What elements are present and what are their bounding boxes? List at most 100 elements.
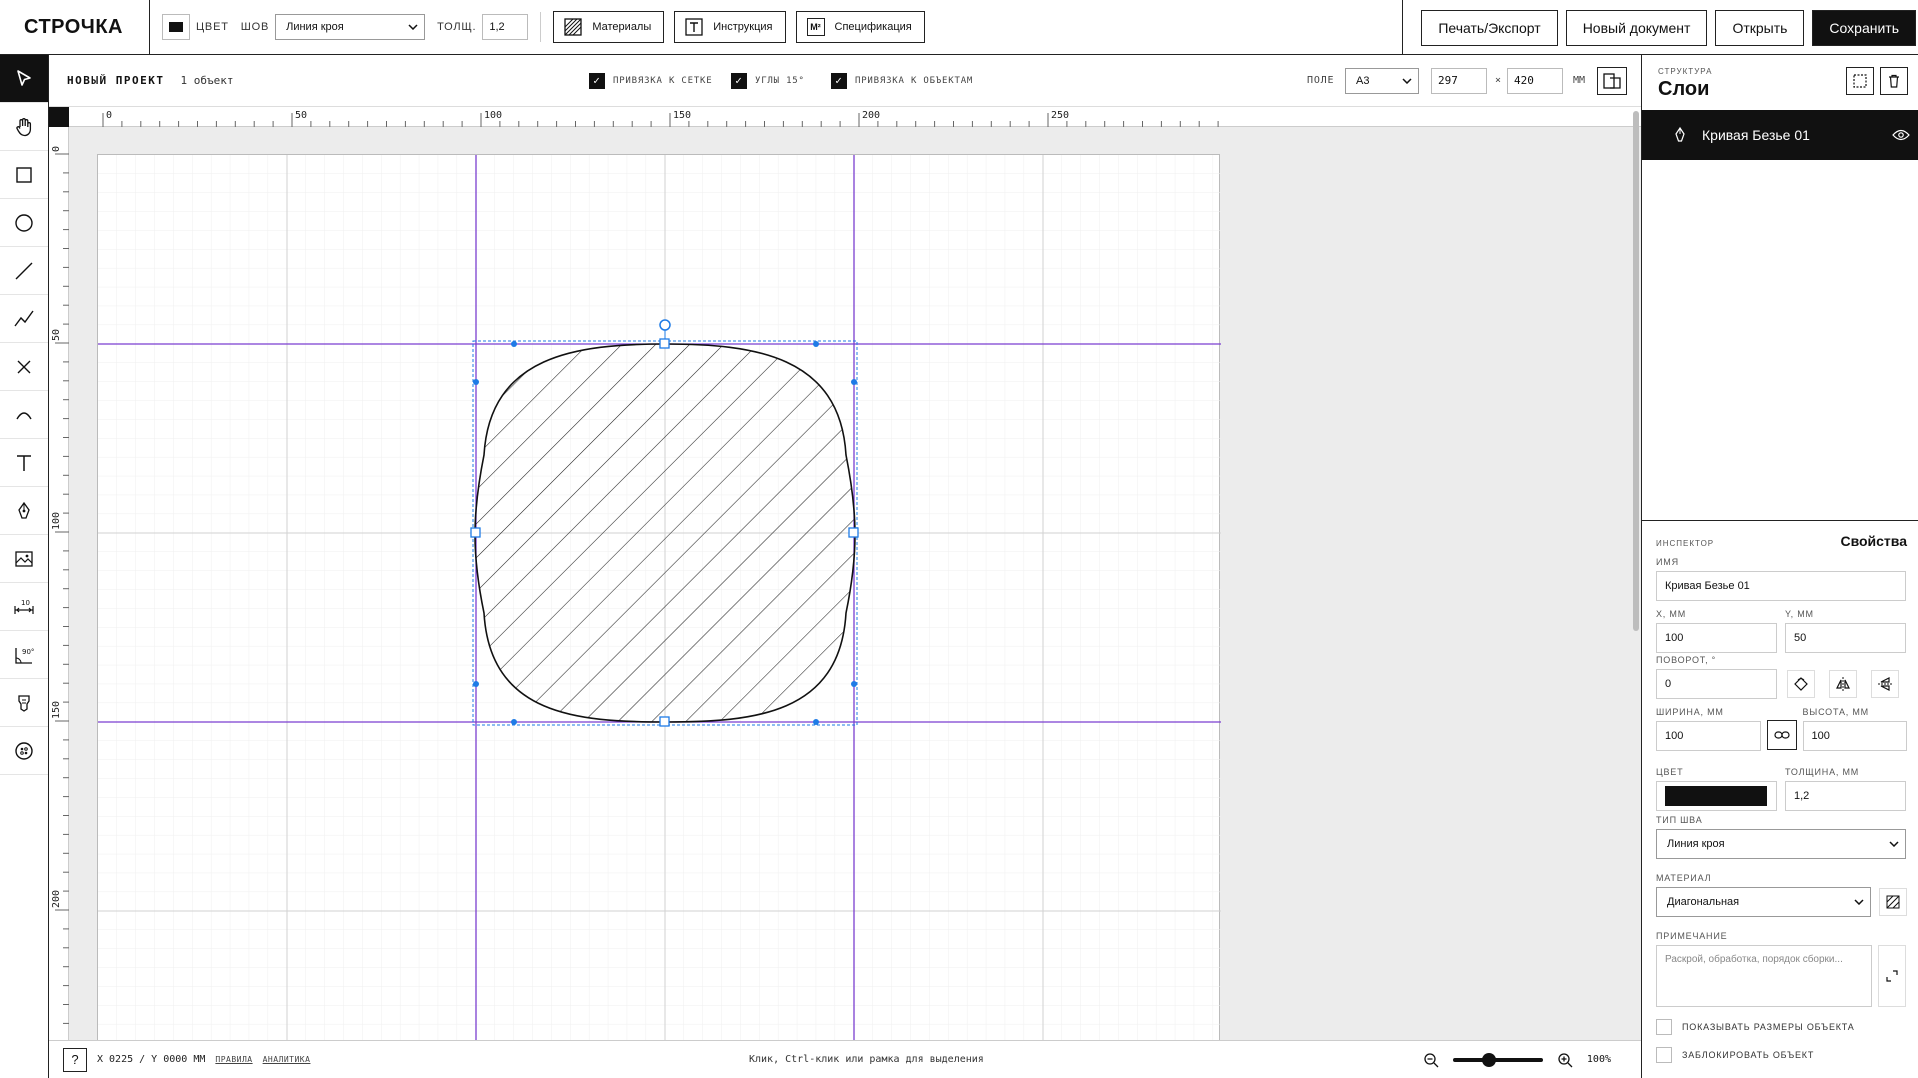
open-button[interactable]: Открыть [1715, 9, 1805, 46]
stroke-color-input[interactable] [1656, 781, 1777, 811]
select-tool[interactable] [0, 55, 48, 103]
note-textarea[interactable]: Раскрой, обработка, порядок сборки... [1656, 945, 1872, 1007]
spec-button[interactable]: М² Спецификация [795, 11, 925, 43]
hand-tool[interactable] [0, 103, 48, 151]
dimension-icon: 10 [14, 599, 34, 614]
hatch-icon [564, 18, 583, 36]
flip-vertical-button[interactable] [1871, 670, 1899, 698]
seam-select[interactable]: Линия кроя [275, 14, 426, 40]
top-toolbar: СТРОЧКА ЦВЕТ ШОВ Линия кроя ТОЛЩ. 1,2 Ма… [0, 0, 1918, 55]
ruler-top-label: 150 [673, 110, 691, 121]
sheet-width-input[interactable]: 297 [1431, 67, 1487, 94]
print-export-button[interactable]: Печать/Экспорт [1421, 9, 1558, 46]
check-icon: ✓ [831, 72, 847, 89]
x-input[interactable]: 100 [1656, 623, 1777, 653]
layer-item[interactable]: Кривая Безье 01 [1642, 110, 1918, 160]
delete-layer-button[interactable] [1880, 67, 1908, 95]
orientation-button[interactable] [1597, 67, 1627, 95]
cross-tool[interactable] [0, 343, 48, 391]
material-pattern-button[interactable] [1879, 888, 1907, 916]
ruler-top: 0 50 100 150 200 250 [69, 107, 1641, 127]
lock-object-label: ЗАБЛОКИРОВАТЬ ОБЪЕКТ [1682, 1050, 1815, 1060]
zoom-slider[interactable] [1452, 1052, 1543, 1067]
dimension-tool[interactable]: 10 [0, 583, 48, 631]
instruction-button[interactable]: Инструкция [674, 11, 786, 43]
rotate-icon [1794, 677, 1808, 691]
eye-icon[interactable] [1892, 129, 1910, 141]
thickness-input[interactable]: 1,2 [482, 14, 529, 40]
material-value: Диагональная [1667, 896, 1740, 908]
rectangle-tool[interactable] [0, 151, 48, 199]
rotate-button[interactable] [1787, 670, 1815, 698]
height-input[interactable]: 100 [1802, 721, 1907, 751]
dashed-square-icon [1853, 74, 1867, 88]
color-swatch-button[interactable] [162, 14, 190, 40]
pen-tool[interactable] [0, 487, 48, 535]
note-label: ПРИМЕЧАНИЕ [1656, 931, 1728, 941]
zoom-out-icon[interactable] [1423, 1052, 1439, 1068]
zoom-slider-knob[interactable] [1481, 1052, 1496, 1067]
drawing-svg [98, 155, 1221, 1040]
snap-objects-checkbox[interactable]: ✓ ПРИВЯЗКА К ОБЪЕКТАМ [831, 72, 973, 89]
rotation-input[interactable]: 0 [1656, 669, 1777, 699]
polyline-tool[interactable] [0, 295, 48, 343]
stroke-thickness-label: ТОЛЩИНА, ММ [1785, 767, 1860, 777]
color-label: ЦВЕТ [196, 21, 229, 33]
button-tool[interactable] [0, 727, 48, 775]
link-proportions-button[interactable] [1766, 720, 1797, 750]
chevron-down-icon [1854, 899, 1864, 905]
angles-checkbox[interactable]: ✓ УГЛЫ 15° [731, 72, 805, 89]
name-input[interactable]: Кривая Безье 01 [1656, 571, 1906, 601]
inspector: ИНСПЕКТОР Свойства ИМЯ Кривая Безье 01 X… [1642, 520, 1918, 1063]
rotate-handle[interactable] [659, 319, 671, 331]
seam-type-select[interactable]: Линия кроя [1656, 829, 1906, 859]
check-icon: ✓ [589, 72, 605, 89]
thickness-label: ТОЛЩ. [437, 21, 477, 33]
paper-select[interactable]: A3 [1345, 67, 1419, 94]
show-dimensions-checkbox[interactable]: ПОКАЗЫВАТЬ РАЗМЕРЫ ОБЪЕКТА [1656, 1019, 1907, 1035]
arc-tool[interactable] [0, 391, 48, 439]
arc-icon [16, 411, 32, 419]
button-notion-tool[interactable] [0, 679, 48, 727]
stroke-thickness-input[interactable]: 1,2 [1785, 781, 1906, 811]
save-button[interactable]: Сохранить [1812, 9, 1916, 46]
line-tool[interactable] [0, 247, 48, 295]
select-arrow-icon [17, 69, 31, 86]
help-button[interactable]: ? [63, 1047, 87, 1072]
ruler-top-label: 250 [1051, 110, 1069, 121]
analytics-link[interactable]: АНАЛИТИКА [263, 1055, 311, 1064]
sheet-height-input[interactable]: 420 [1507, 67, 1563, 94]
lock-object-checkbox[interactable]: ЗАБЛОКИРОВАТЬ ОБЪЕКТ [1656, 1047, 1907, 1063]
new-document-button[interactable]: Новый документ [1565, 9, 1708, 46]
circle-tool[interactable] [0, 199, 48, 247]
drawing-sheet[interactable] [97, 154, 1221, 1040]
zoom-in-icon[interactable] [1557, 1052, 1573, 1068]
text-frame-icon [685, 18, 703, 36]
angle-icon: 90° [15, 647, 34, 664]
x-label: X, ММ [1656, 609, 1686, 619]
link-icon [1773, 731, 1790, 739]
object-count: 1 объект [180, 74, 234, 87]
vertical-scrollbar[interactable] [1633, 111, 1639, 631]
snap-grid-checkbox[interactable]: ✓ ПРИВЯЗКА К СЕТКЕ [589, 72, 713, 89]
angle-tool[interactable]: 90° [0, 631, 48, 679]
chevron-down-icon [1889, 841, 1899, 847]
materials-button[interactable]: Материалы [553, 11, 665, 43]
image-tool[interactable] [0, 535, 48, 583]
flip-horizontal-button[interactable] [1829, 670, 1857, 698]
width-input[interactable]: 100 [1656, 721, 1761, 751]
check-icon: ✓ [731, 72, 747, 89]
page-orientation-icon [1603, 73, 1621, 89]
canvas-area[interactable]: 0 50 100 150 200 250 0 50 100 150 200 [49, 107, 1641, 1040]
text-tool[interactable] [0, 439, 48, 487]
bezier-shape[interactable] [474, 343, 856, 723]
color-swatch [169, 22, 183, 32]
expand-note-button[interactable] [1878, 945, 1906, 1007]
app-logo: СТРОЧКА [0, 0, 150, 55]
rules-link[interactable]: ПРАВИЛА [215, 1055, 252, 1064]
group-layer-button[interactable] [1846, 67, 1874, 95]
document-actions: Печать/Экспорт Новый документ Открыть Со… [1402, 0, 1918, 55]
project-name: НОВЫЙ ПРОЕКТ [67, 74, 165, 87]
material-select[interactable]: Диагональная [1656, 887, 1872, 917]
y-input[interactable]: 50 [1785, 623, 1906, 653]
